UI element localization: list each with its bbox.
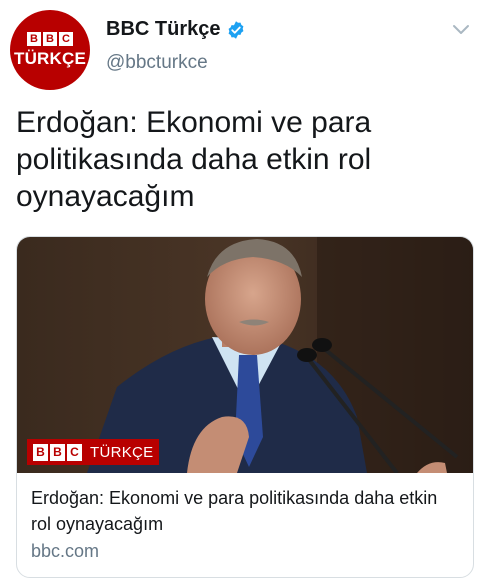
user-handle[interactable]: @bbcturkce (106, 52, 208, 74)
tweet-text: Erdoğan: Ekonomi ve para politikasında d… (16, 106, 372, 213)
avatar[interactable]: B B C TÜRKÇE (10, 10, 90, 90)
article-image (17, 237, 473, 473)
bbc-logo-letter: B (50, 443, 65, 461)
bbc-logo-letter: B (43, 31, 57, 46)
card-domain: bbc.com (31, 541, 100, 561)
verified-badge-icon (229, 20, 244, 39)
avatar-subtitle: TÜRKÇE (13, 48, 87, 68)
link-card[interactable]: B B C TÜRKÇE Erdoğan: Ekonomi ve para po… (16, 236, 474, 578)
bbc-turkce-badge: B B C TÜRKÇE (27, 439, 160, 465)
chevron-down-icon[interactable] (452, 24, 470, 36)
display-name[interactable]: BBC Türkçe (106, 18, 220, 41)
badge-text: TÜRKÇE (90, 443, 154, 461)
bbc-logo-letter: C (59, 31, 73, 46)
bbc-logo-letter: B (33, 443, 48, 461)
bbc-logo: B B C (27, 31, 73, 46)
card-title[interactable]: Erdoğan: Ekonomi ve para politikasında d… (31, 485, 461, 537)
author-name-row: BBC Türkçe (106, 18, 246, 41)
bbc-logo-letter: C (67, 443, 82, 461)
bbc-logo-letter: B (27, 31, 41, 46)
